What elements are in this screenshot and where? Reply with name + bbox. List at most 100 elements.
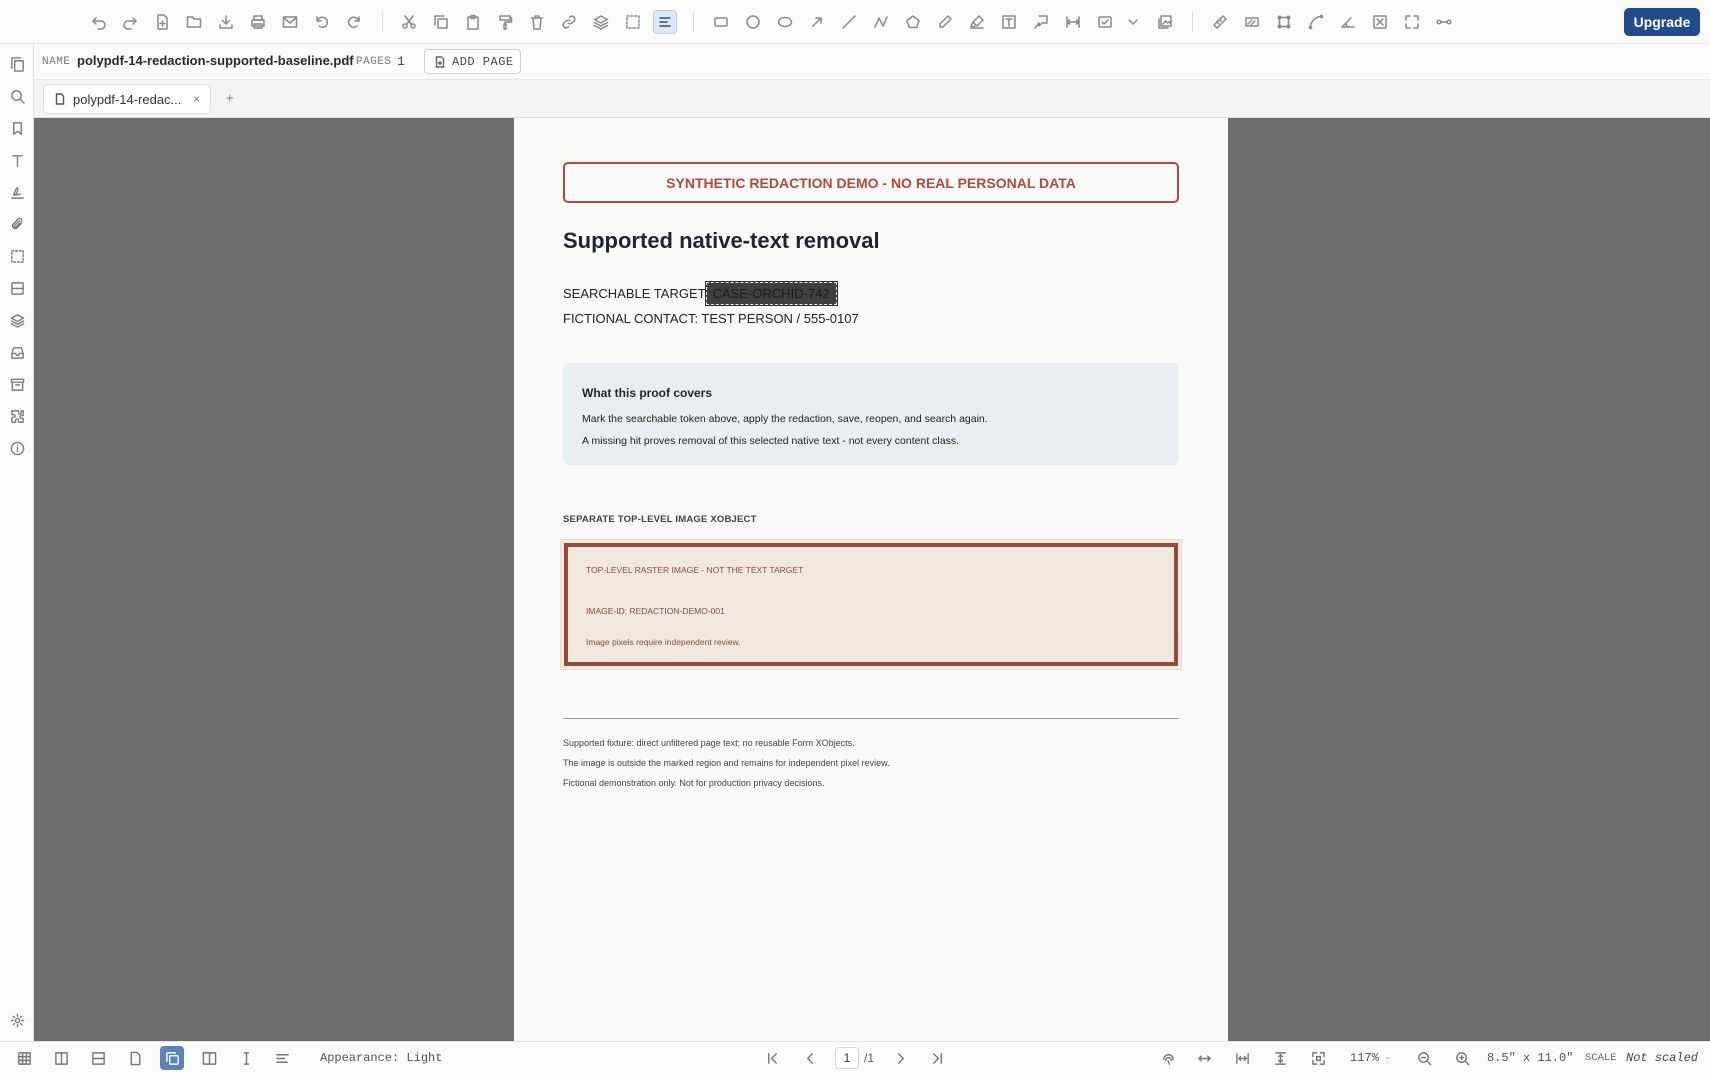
single-page-icon[interactable] <box>123 1046 147 1070</box>
appearance-toggle[interactable]: Appearance: Light <box>320 1051 442 1065</box>
selection-icon[interactable] <box>5 244 29 268</box>
dropdown-icon[interactable] <box>1121 10 1145 34</box>
split-horizontal-icon[interactable] <box>86 1046 110 1070</box>
plugin-icon[interactable] <box>5 404 29 428</box>
pages-count: 1 <box>397 54 405 69</box>
first-page-icon[interactable] <box>760 1046 784 1070</box>
close-tab-icon[interactable]: × <box>193 92 200 106</box>
paste-icon[interactable] <box>461 10 485 34</box>
text-icon[interactable] <box>5 148 29 172</box>
add-page-label: ADD PAGE <box>452 54 514 69</box>
document-tab-label: polypdf-14-redac... <box>73 91 182 107</box>
form-icon[interactable] <box>5 276 29 300</box>
searchable-target-label: SEARCHABLE TARGET <box>563 286 706 301</box>
left-sidebar <box>0 44 34 1041</box>
highlighter-icon[interactable] <box>965 10 989 34</box>
fit-page-icon[interactable] <box>1230 1046 1254 1070</box>
search-icon[interactable] <box>5 84 29 108</box>
status-bar: Appearance: Light /1 117% ⌄ 8.5" x 11.0"… <box>0 1041 1710 1073</box>
angle-icon[interactable] <box>1336 10 1360 34</box>
add-page-button[interactable]: ADD PAGE <box>424 49 521 74</box>
line-icon[interactable] <box>837 10 861 34</box>
cut-icon[interactable] <box>397 10 421 34</box>
inbox-icon[interactable] <box>5 340 29 364</box>
upgrade-button[interactable]: Upgrade <box>1624 8 1700 36</box>
select-area-icon[interactable] <box>621 10 645 34</box>
pages-icon[interactable] <box>5 52 29 76</box>
align-left-icon[interactable] <box>270 1046 294 1070</box>
delete-icon[interactable] <box>525 10 549 34</box>
open-folder-icon[interactable] <box>182 10 206 34</box>
curve-icon[interactable] <box>1304 10 1328 34</box>
document-tab[interactable]: polypdf-14-redac... × <box>43 84 211 114</box>
split-vertical-icon[interactable] <box>49 1046 73 1070</box>
text-box-icon[interactable] <box>997 10 1021 34</box>
bookmark-icon[interactable] <box>5 116 29 140</box>
undo-icon[interactable] <box>87 10 111 34</box>
fit-height-icon[interactable] <box>1268 1046 1292 1070</box>
format-painter-icon[interactable] <box>493 10 517 34</box>
link-icon[interactable] <box>557 10 581 34</box>
scale-value: Not scaled <box>1626 1051 1699 1065</box>
actual-size-icon[interactable] <box>1306 1046 1330 1070</box>
text-cursor-icon[interactable] <box>234 1046 258 1070</box>
zoom-level[interactable]: 117% <box>1350 1051 1379 1065</box>
text-align-icon[interactable] <box>653 10 677 34</box>
zoom-out-icon[interactable] <box>1412 1046 1436 1070</box>
info-icon[interactable] <box>5 436 29 460</box>
archive-icon[interactable] <box>5 372 29 396</box>
fit-width-icon[interactable] <box>1192 1046 1216 1070</box>
signature-icon[interactable] <box>5 180 29 204</box>
polygon-icon[interactable] <box>901 10 925 34</box>
measure-icon[interactable] <box>1208 10 1232 34</box>
document-title: Supported native-text removal <box>563 228 880 253</box>
page-number-input[interactable] <box>835 1047 859 1069</box>
copy-icon[interactable] <box>429 10 453 34</box>
image-section-heading: SEPARATE TOP-LEVEL IMAGE XOBJECT <box>563 514 757 525</box>
new-file-icon[interactable] <box>150 10 174 34</box>
redo-icon[interactable] <box>118 10 142 34</box>
footer-note: Fictional demonstration only. Not for pr… <box>563 778 825 788</box>
next-page-icon[interactable] <box>888 1046 912 1070</box>
last-page-icon[interactable] <box>925 1046 949 1070</box>
document-icon <box>55 93 65 105</box>
layers-icon[interactable] <box>589 10 613 34</box>
mail-icon[interactable] <box>278 10 302 34</box>
attachment-icon[interactable] <box>5 212 29 236</box>
rectangle-icon[interactable] <box>709 10 733 34</box>
pdf-page[interactable]: SYNTHETIC REDACTION DEMO - NO REAL PERSO… <box>514 118 1228 1041</box>
previous-page-icon[interactable] <box>798 1046 822 1070</box>
toolbar-divider <box>693 12 694 32</box>
print-icon[interactable] <box>246 10 270 34</box>
callout-icon[interactable] <box>1029 10 1053 34</box>
document-viewer[interactable]: SYNTHETIC REDACTION DEMO - NO REAL PERSO… <box>34 118 1710 1041</box>
zoom-dropdown-icon[interactable]: ⌄ <box>1384 1051 1392 1062</box>
add-tab-icon[interactable]: + <box>226 90 234 105</box>
continuous-scroll-icon[interactable] <box>160 1046 184 1070</box>
zoom-in-icon[interactable] <box>1450 1046 1474 1070</box>
arrow-icon[interactable] <box>805 10 829 34</box>
download-icon[interactable] <box>214 10 238 34</box>
clear-box-icon[interactable] <box>1368 10 1392 34</box>
layers-icon[interactable] <box>5 308 29 332</box>
crop-icon[interactable] <box>1272 10 1296 34</box>
dimension-icon[interactable] <box>1061 10 1085 34</box>
ellipse-icon[interactable] <box>773 10 797 34</box>
two-page-icon[interactable] <box>197 1046 221 1070</box>
settings-icon[interactable] <box>5 1008 29 1032</box>
polyline-icon[interactable] <box>869 10 893 34</box>
checkbox-icon[interactable] <box>1093 10 1117 34</box>
redaction-mark[interactable]: CASE-ORCHID-742 <box>704 281 838 306</box>
connector-icon[interactable] <box>1432 10 1456 34</box>
name-label: NAME <box>42 56 71 68</box>
fullscreen-icon[interactable] <box>1400 10 1424 34</box>
rotate-right-icon[interactable] <box>342 10 366 34</box>
pen-icon[interactable] <box>933 10 957 34</box>
image-stack-icon[interactable] <box>1153 10 1177 34</box>
fictional-contact-line: FICTIONAL CONTACT: TEST PERSON / 555-010… <box>563 311 859 326</box>
circle-icon[interactable] <box>741 10 765 34</box>
redact-icon[interactable] <box>1240 10 1264 34</box>
table-view-icon[interactable] <box>12 1046 36 1070</box>
touch-mode-icon[interactable] <box>1156 1046 1180 1070</box>
rotate-left-icon[interactable] <box>310 10 334 34</box>
